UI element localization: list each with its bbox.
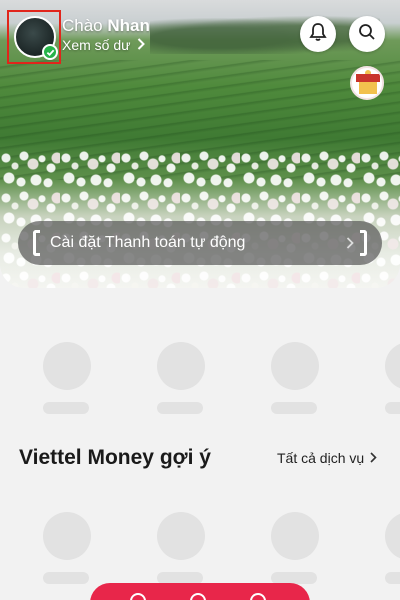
hero-flowers	[0, 150, 400, 288]
check-icon	[42, 44, 58, 60]
hero-trees	[150, 14, 380, 54]
chevron-right-icon	[137, 37, 145, 53]
section-title: Viettel Money gợi ý	[19, 446, 211, 469]
search-button[interactable]	[349, 16, 385, 52]
suggestion-skeleton-item	[271, 512, 321, 584]
service-skeleton-row	[0, 342, 400, 422]
chevron-right-icon	[370, 450, 377, 466]
chevron-right-icon	[346, 236, 354, 254]
bottom-bar-icon[interactable]	[190, 593, 206, 600]
suggestion-skeleton-item	[385, 512, 400, 584]
scan-bracket-right	[360, 230, 367, 256]
hero-banner: Chào Nhan Xem số dư Cài đặt Thanh toán t…	[0, 0, 400, 288]
autopay-banner[interactable]: Cài đặt Thanh toán tự động	[18, 221, 382, 265]
bottom-bar-icon[interactable]	[250, 593, 266, 600]
suggestion-skeleton-item	[157, 512, 207, 584]
autopay-label: Cài đặt Thanh toán tự động	[50, 234, 246, 251]
all-services-link[interactable]: Tất cả dịch vụ	[277, 450, 377, 466]
bottom-bar-icon[interactable]	[130, 593, 146, 600]
service-skeleton-item	[385, 342, 400, 414]
service-skeleton-item	[43, 342, 93, 414]
notification-button[interactable]	[300, 16, 336, 52]
suggestion-skeleton-row	[0, 512, 400, 592]
suggestion-skeleton-item	[43, 512, 93, 584]
promo-badge-icon[interactable]	[350, 66, 384, 100]
service-skeleton-item	[157, 342, 207, 414]
bell-icon	[309, 22, 327, 47]
greeting: Chào Nhan	[62, 16, 150, 36]
service-skeleton-item	[271, 342, 321, 414]
search-icon	[358, 23, 376, 46]
avatar-highlight-box[interactable]	[7, 10, 61, 64]
all-services-label: Tất cả dịch vụ	[277, 450, 365, 466]
user-name: Nhan	[107, 16, 150, 35]
view-balance-label: Xem số dư	[62, 37, 131, 53]
bottom-action-bar[interactable]	[90, 583, 310, 600]
avatar[interactable]	[14, 16, 58, 60]
view-balance-link[interactable]: Xem số dư	[62, 37, 145, 53]
scan-bracket-left	[33, 230, 40, 256]
greeting-prefix: Chào	[62, 16, 103, 35]
